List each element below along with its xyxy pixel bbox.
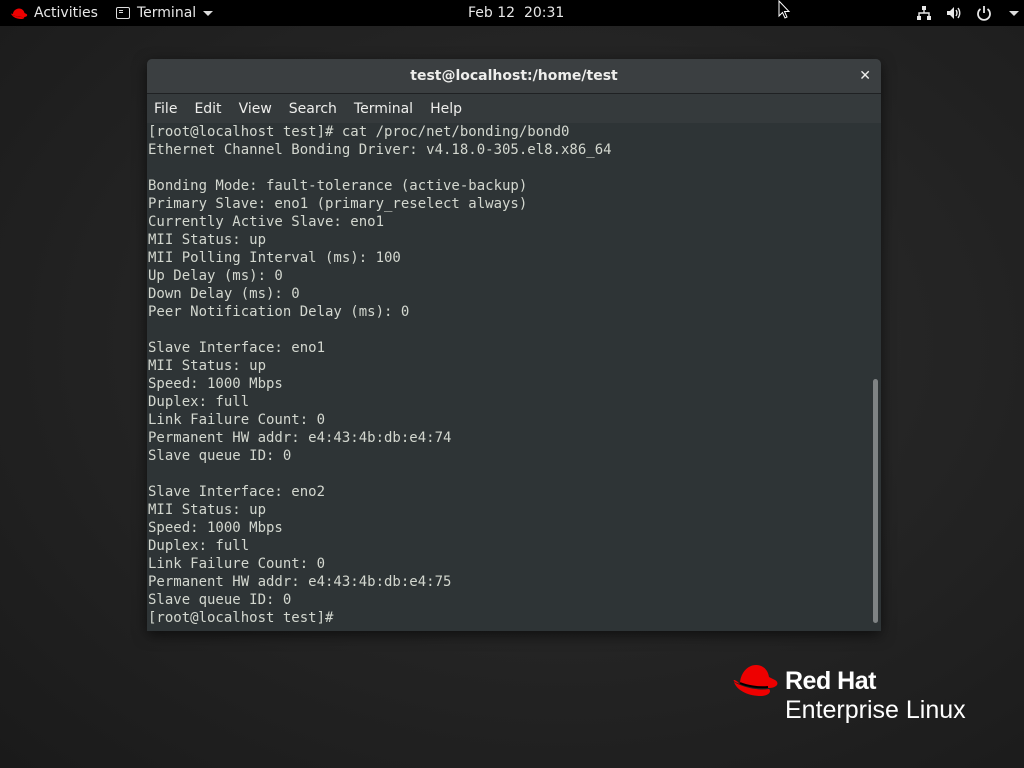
terminal-window: test@localhost:/home/test ✕ File Edit Vi… [147,59,881,631]
terminal-line: Link Failure Count: 0 [148,556,326,572]
terminal-line: [root@localhost test]# [148,610,342,626]
logo-product: Enterprise Linux [785,696,966,724]
redhat-logo: Red Hat Enterprise Linux [785,666,966,724]
menu-search[interactable]: Search [289,101,337,117]
terminal-line: Slave Interface: eno1 [148,340,326,356]
clock-button[interactable]: Feb 12 20:31 [468,0,564,26]
mouse-cursor-icon [778,0,791,19]
top-bar: Activities Terminal Feb 12 20:31 [0,0,1024,26]
terminal-line: MII Polling Interval (ms): 100 [148,250,401,266]
activities-button[interactable]: Activities [10,0,98,26]
terminal-line: [root@localhost test]# cat /proc/net/bon… [148,124,570,140]
terminal-line: Slave queue ID: 0 [148,592,292,608]
terminal-line: Up Delay (ms): 0 [148,268,283,284]
chevron-down-icon [1009,10,1019,16]
terminal-line: MII Status: up [148,502,267,518]
activities-label: Activities [34,5,98,21]
terminal-line: Speed: 1000 Mbps [148,376,283,392]
power-icon [977,6,991,21]
terminal-line: Slave Interface: eno2 [148,484,326,500]
chevron-down-icon [203,10,214,16]
logo-brand: Red Hat [785,667,876,695]
menu-view[interactable]: View [239,101,272,117]
terminal-line: Duplex: full [148,538,250,554]
menu-edit[interactable]: Edit [194,101,221,117]
terminal-line: Link Failure Count: 0 [148,412,326,428]
scrollbar-thumb[interactable] [873,379,878,623]
terminal-line: Down Delay (ms): 0 [148,286,300,302]
terminal-output[interactable]: [root@localhost test]# cat /proc/net/bon… [147,123,869,631]
window-title: test@localhost:/home/test [410,68,618,84]
terminal-line: Bonding Mode: fault-tolerance (active-ba… [148,178,528,194]
terminal-line: Duplex: full [148,394,250,410]
menu-help[interactable]: Help [430,101,462,117]
system-menu-button[interactable] [916,0,1019,26]
terminal-line: MII Status: up [148,358,267,374]
clock-label: Feb 12 20:31 [468,5,565,21]
volume-icon [947,7,961,19]
terminal-line: Speed: 1000 Mbps [148,520,283,536]
terminal-line: Ethernet Channel Bonding Driver: v4.18.0… [148,142,612,158]
redhat-logo-icon [733,665,778,696]
network-icon [917,6,931,20]
menu-file[interactable]: File [154,101,177,117]
menu-bar: File Edit View Search Terminal Help [147,94,881,123]
terminal-line: Currently Active Slave: eno1 [148,214,385,230]
terminal-line: Permanent HW addr: e4:43:4b:db:e4:75 [148,574,452,590]
terminal-line: MII Status: up [148,232,267,248]
scrollbar[interactable] [869,123,881,631]
terminal-line: Slave queue ID: 0 [148,448,292,464]
terminal-line: Peer Notification Delay (ms): 0 [148,304,410,320]
app-menu-label: Terminal [137,5,197,21]
close-icon[interactable]: ✕ [859,59,871,93]
window-titlebar[interactable]: test@localhost:/home/test ✕ [147,59,881,94]
terminal-line: Permanent HW addr: e4:43:4b:db:e4:74 [148,430,452,446]
menu-terminal[interactable]: Terminal [354,101,413,117]
terminal-icon [116,7,130,19]
terminal-line: Primary Slave: eno1 (primary_reselect al… [148,196,528,212]
redhat-icon [11,8,28,19]
app-menu-button[interactable]: Terminal [116,0,214,26]
terminal-text: [root@localhost test]# cat /proc/net/bon… [147,123,869,627]
